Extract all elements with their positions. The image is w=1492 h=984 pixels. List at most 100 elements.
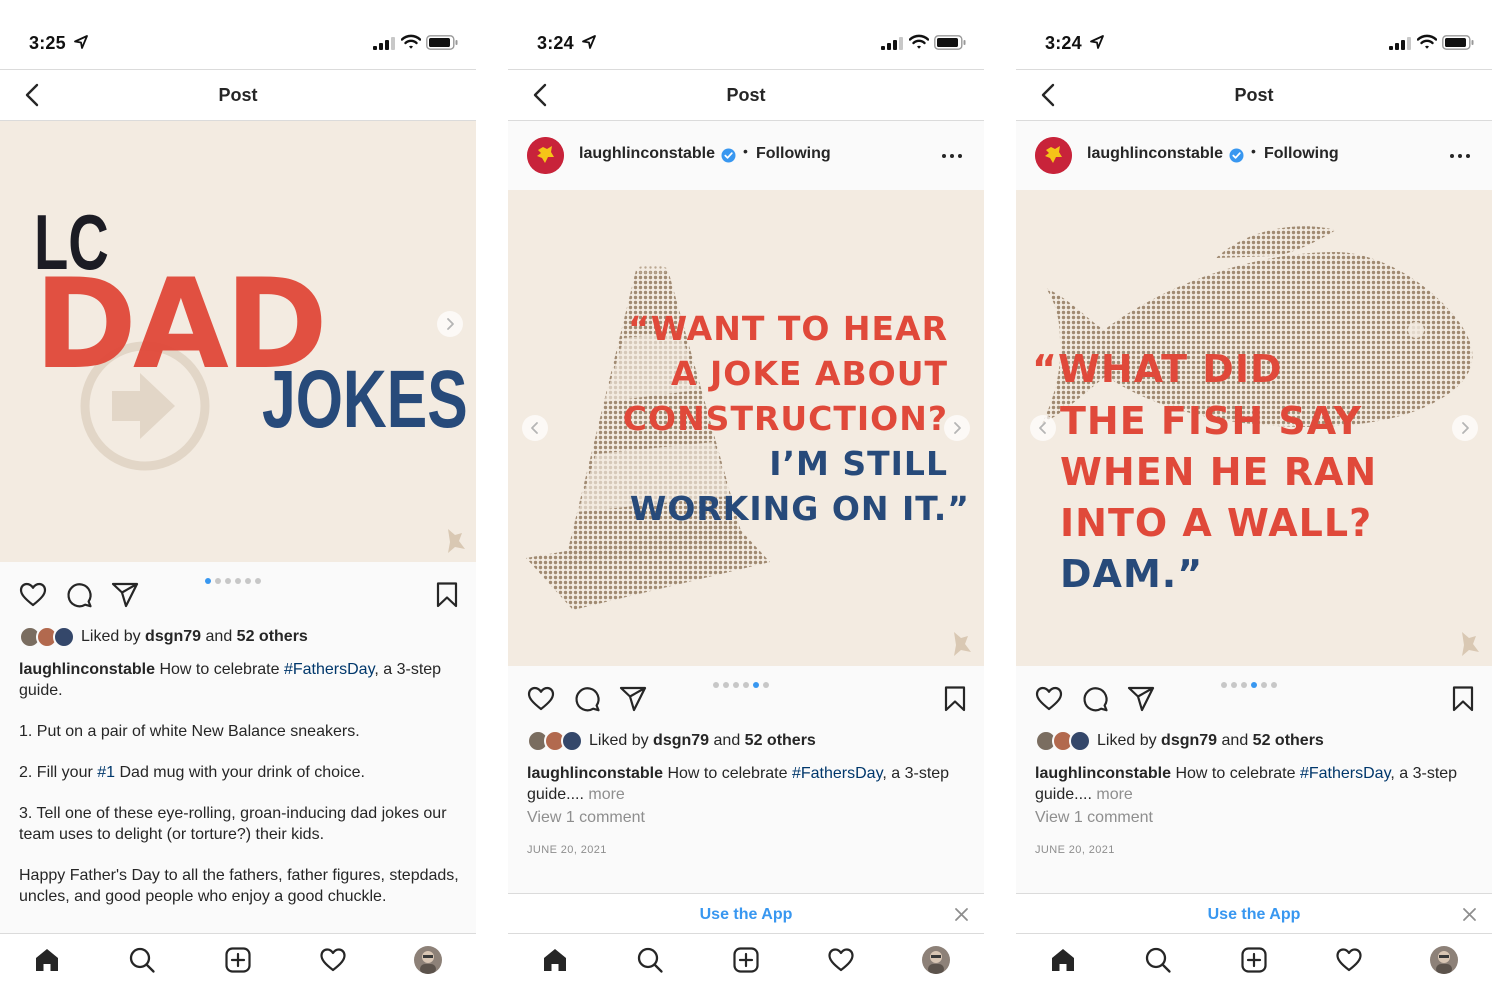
profile-avatar[interactable] bbox=[1430, 946, 1458, 974]
new-post-icon[interactable] bbox=[1240, 946, 1268, 974]
account-username[interactable]: laughlinconstable bbox=[1087, 145, 1223, 163]
caption-username[interactable]: laughlinconstable bbox=[1035, 765, 1171, 782]
likes-summary[interactable]: Liked by dsgn79 and 52 others bbox=[527, 729, 967, 753]
cellular-signal-icon bbox=[373, 37, 395, 50]
home-icon[interactable] bbox=[541, 946, 569, 974]
separator-dot: • bbox=[743, 143, 748, 159]
likes-summary[interactable]: Liked by dsgn79 and 52 others bbox=[1035, 729, 1475, 753]
likes-summary[interactable]: Liked by dsgn79 and 52 others bbox=[19, 625, 459, 649]
use-app-link[interactable]: Use the App bbox=[508, 906, 984, 924]
home-icon[interactable] bbox=[33, 946, 61, 974]
status-bar: 3:25 bbox=[0, 0, 476, 70]
status-time: 3:24 bbox=[537, 33, 574, 53]
avatar bbox=[53, 626, 75, 648]
new-post-icon[interactable] bbox=[224, 946, 252, 974]
carousel-next-button[interactable] bbox=[944, 415, 970, 441]
quote-line: WORKING ON IT.” bbox=[630, 489, 970, 528]
carousel-dot bbox=[723, 682, 729, 688]
comment-icon[interactable] bbox=[572, 684, 602, 714]
carousel-dot bbox=[743, 682, 749, 688]
more-link[interactable]: more bbox=[1096, 786, 1132, 803]
quote-line: CONSTRUCTION? bbox=[623, 399, 948, 438]
carousel-next-button[interactable] bbox=[1452, 415, 1478, 441]
account-avatar[interactable] bbox=[527, 137, 564, 174]
search-icon[interactable] bbox=[128, 946, 156, 974]
carousel-dot bbox=[215, 578, 221, 584]
avatar bbox=[561, 730, 583, 752]
hashtag-link[interactable]: #FathersDay bbox=[792, 765, 882, 782]
carousel-prev-button[interactable] bbox=[1030, 415, 1056, 441]
close-icon[interactable] bbox=[1462, 907, 1477, 922]
caption-closing: Happy Father's Day to all the fathers, f… bbox=[19, 867, 459, 905]
slide-image: “WANT TO HEAR A JOKE ABOUT CONSTRUCTION?… bbox=[508, 190, 984, 666]
hashtag-link[interactable]: #FathersDay bbox=[284, 661, 374, 678]
close-icon[interactable] bbox=[954, 907, 969, 922]
liker-username[interactable]: dsgn79 bbox=[145, 628, 201, 645]
heart-icon[interactable] bbox=[526, 684, 556, 714]
bookmark-icon[interactable] bbox=[1448, 684, 1478, 714]
following-button[interactable]: Following bbox=[756, 145, 831, 163]
hashtag-link[interactable]: #FathersDay bbox=[1300, 765, 1390, 782]
share-icon[interactable] bbox=[1126, 684, 1156, 714]
phone-screen-1: 3:25 Post LC DAD JOKES Liked by dsgn79 a… bbox=[0, 0, 476, 984]
comment-icon[interactable] bbox=[64, 580, 94, 610]
account-avatar[interactable] bbox=[1035, 137, 1072, 174]
activity-heart-icon[interactable] bbox=[827, 946, 855, 974]
status-time: 3:24 bbox=[1045, 33, 1082, 53]
activity-heart-icon[interactable] bbox=[319, 946, 347, 974]
post-date: JUNE 20, 2021 bbox=[527, 844, 607, 856]
profile-avatar[interactable] bbox=[414, 946, 442, 974]
more-options-icon[interactable] bbox=[940, 147, 964, 165]
carousel-prev-button[interactable] bbox=[522, 415, 548, 441]
status-bar: 3:24 bbox=[1016, 0, 1492, 70]
more-options-icon[interactable] bbox=[1448, 147, 1472, 165]
heart-icon[interactable] bbox=[1034, 684, 1064, 714]
search-icon[interactable] bbox=[636, 946, 664, 974]
new-post-icon[interactable] bbox=[732, 946, 760, 974]
avatar bbox=[1069, 730, 1091, 752]
bookmark-icon[interactable] bbox=[940, 684, 970, 714]
others-count[interactable]: 52 others bbox=[1253, 732, 1324, 749]
search-icon[interactable] bbox=[1144, 946, 1172, 974]
view-comments-link[interactable]: View 1 comment bbox=[1035, 809, 1153, 827]
quote-line: “WANT TO HEAR bbox=[628, 309, 948, 348]
more-link[interactable]: more bbox=[588, 786, 624, 803]
comment-icon[interactable] bbox=[1080, 684, 1110, 714]
post-media[interactable]: LC DAD JOKES bbox=[0, 121, 476, 562]
caption-username[interactable]: laughlinconstable bbox=[19, 661, 155, 678]
view-comments-link[interactable]: View 1 comment bbox=[527, 809, 645, 827]
post-caption: laughlinconstable How to celebrate #Fath… bbox=[527, 765, 950, 803]
liker-avatars bbox=[527, 729, 587, 753]
liker-username[interactable]: dsgn79 bbox=[1161, 732, 1217, 749]
bookmark-icon[interactable] bbox=[432, 580, 462, 610]
post-media[interactable]: “WANT TO HEAR A JOKE ABOUT CONSTRUCTION?… bbox=[508, 190, 984, 666]
verified-badge-icon bbox=[721, 148, 736, 163]
carousel-dot bbox=[1251, 682, 1257, 688]
verified-badge-icon bbox=[1229, 148, 1244, 163]
carousel-next-button[interactable] bbox=[437, 311, 463, 337]
phone-screen-3: 3:24 Post laughlinconstable • Following … bbox=[1016, 0, 1492, 984]
following-button[interactable]: Following bbox=[1264, 145, 1339, 163]
post-header: laughlinconstable • Following bbox=[508, 121, 984, 190]
post-actions bbox=[0, 572, 476, 622]
chevron-right-icon bbox=[447, 318, 454, 330]
liker-username[interactable]: dsgn79 bbox=[653, 732, 709, 749]
use-app-link[interactable]: Use the App bbox=[1016, 906, 1492, 924]
share-icon[interactable] bbox=[110, 580, 140, 610]
profile-avatar[interactable] bbox=[922, 946, 950, 974]
share-icon[interactable] bbox=[618, 684, 648, 714]
account-username[interactable]: laughlinconstable bbox=[579, 145, 715, 163]
heart-icon[interactable] bbox=[18, 580, 48, 610]
post-header: laughlinconstable • Following bbox=[1016, 121, 1492, 190]
hashtag-link[interactable]: #1 bbox=[97, 764, 115, 781]
others-count[interactable]: 52 others bbox=[745, 732, 816, 749]
chevron-left-icon bbox=[1039, 422, 1046, 434]
activity-heart-icon[interactable] bbox=[1335, 946, 1363, 974]
caption-username[interactable]: laughlinconstable bbox=[527, 765, 663, 782]
carousel-dot bbox=[1271, 682, 1277, 688]
others-count[interactable]: 52 others bbox=[237, 628, 308, 645]
home-icon[interactable] bbox=[1049, 946, 1077, 974]
cellular-signal-icon bbox=[1389, 37, 1411, 50]
post-media[interactable]: “WHAT DID THE FISH SAY WHEN HE RAN INTO … bbox=[1016, 190, 1492, 666]
caption-step-1: 1. Put on a pair of white New Balance sn… bbox=[19, 723, 360, 740]
